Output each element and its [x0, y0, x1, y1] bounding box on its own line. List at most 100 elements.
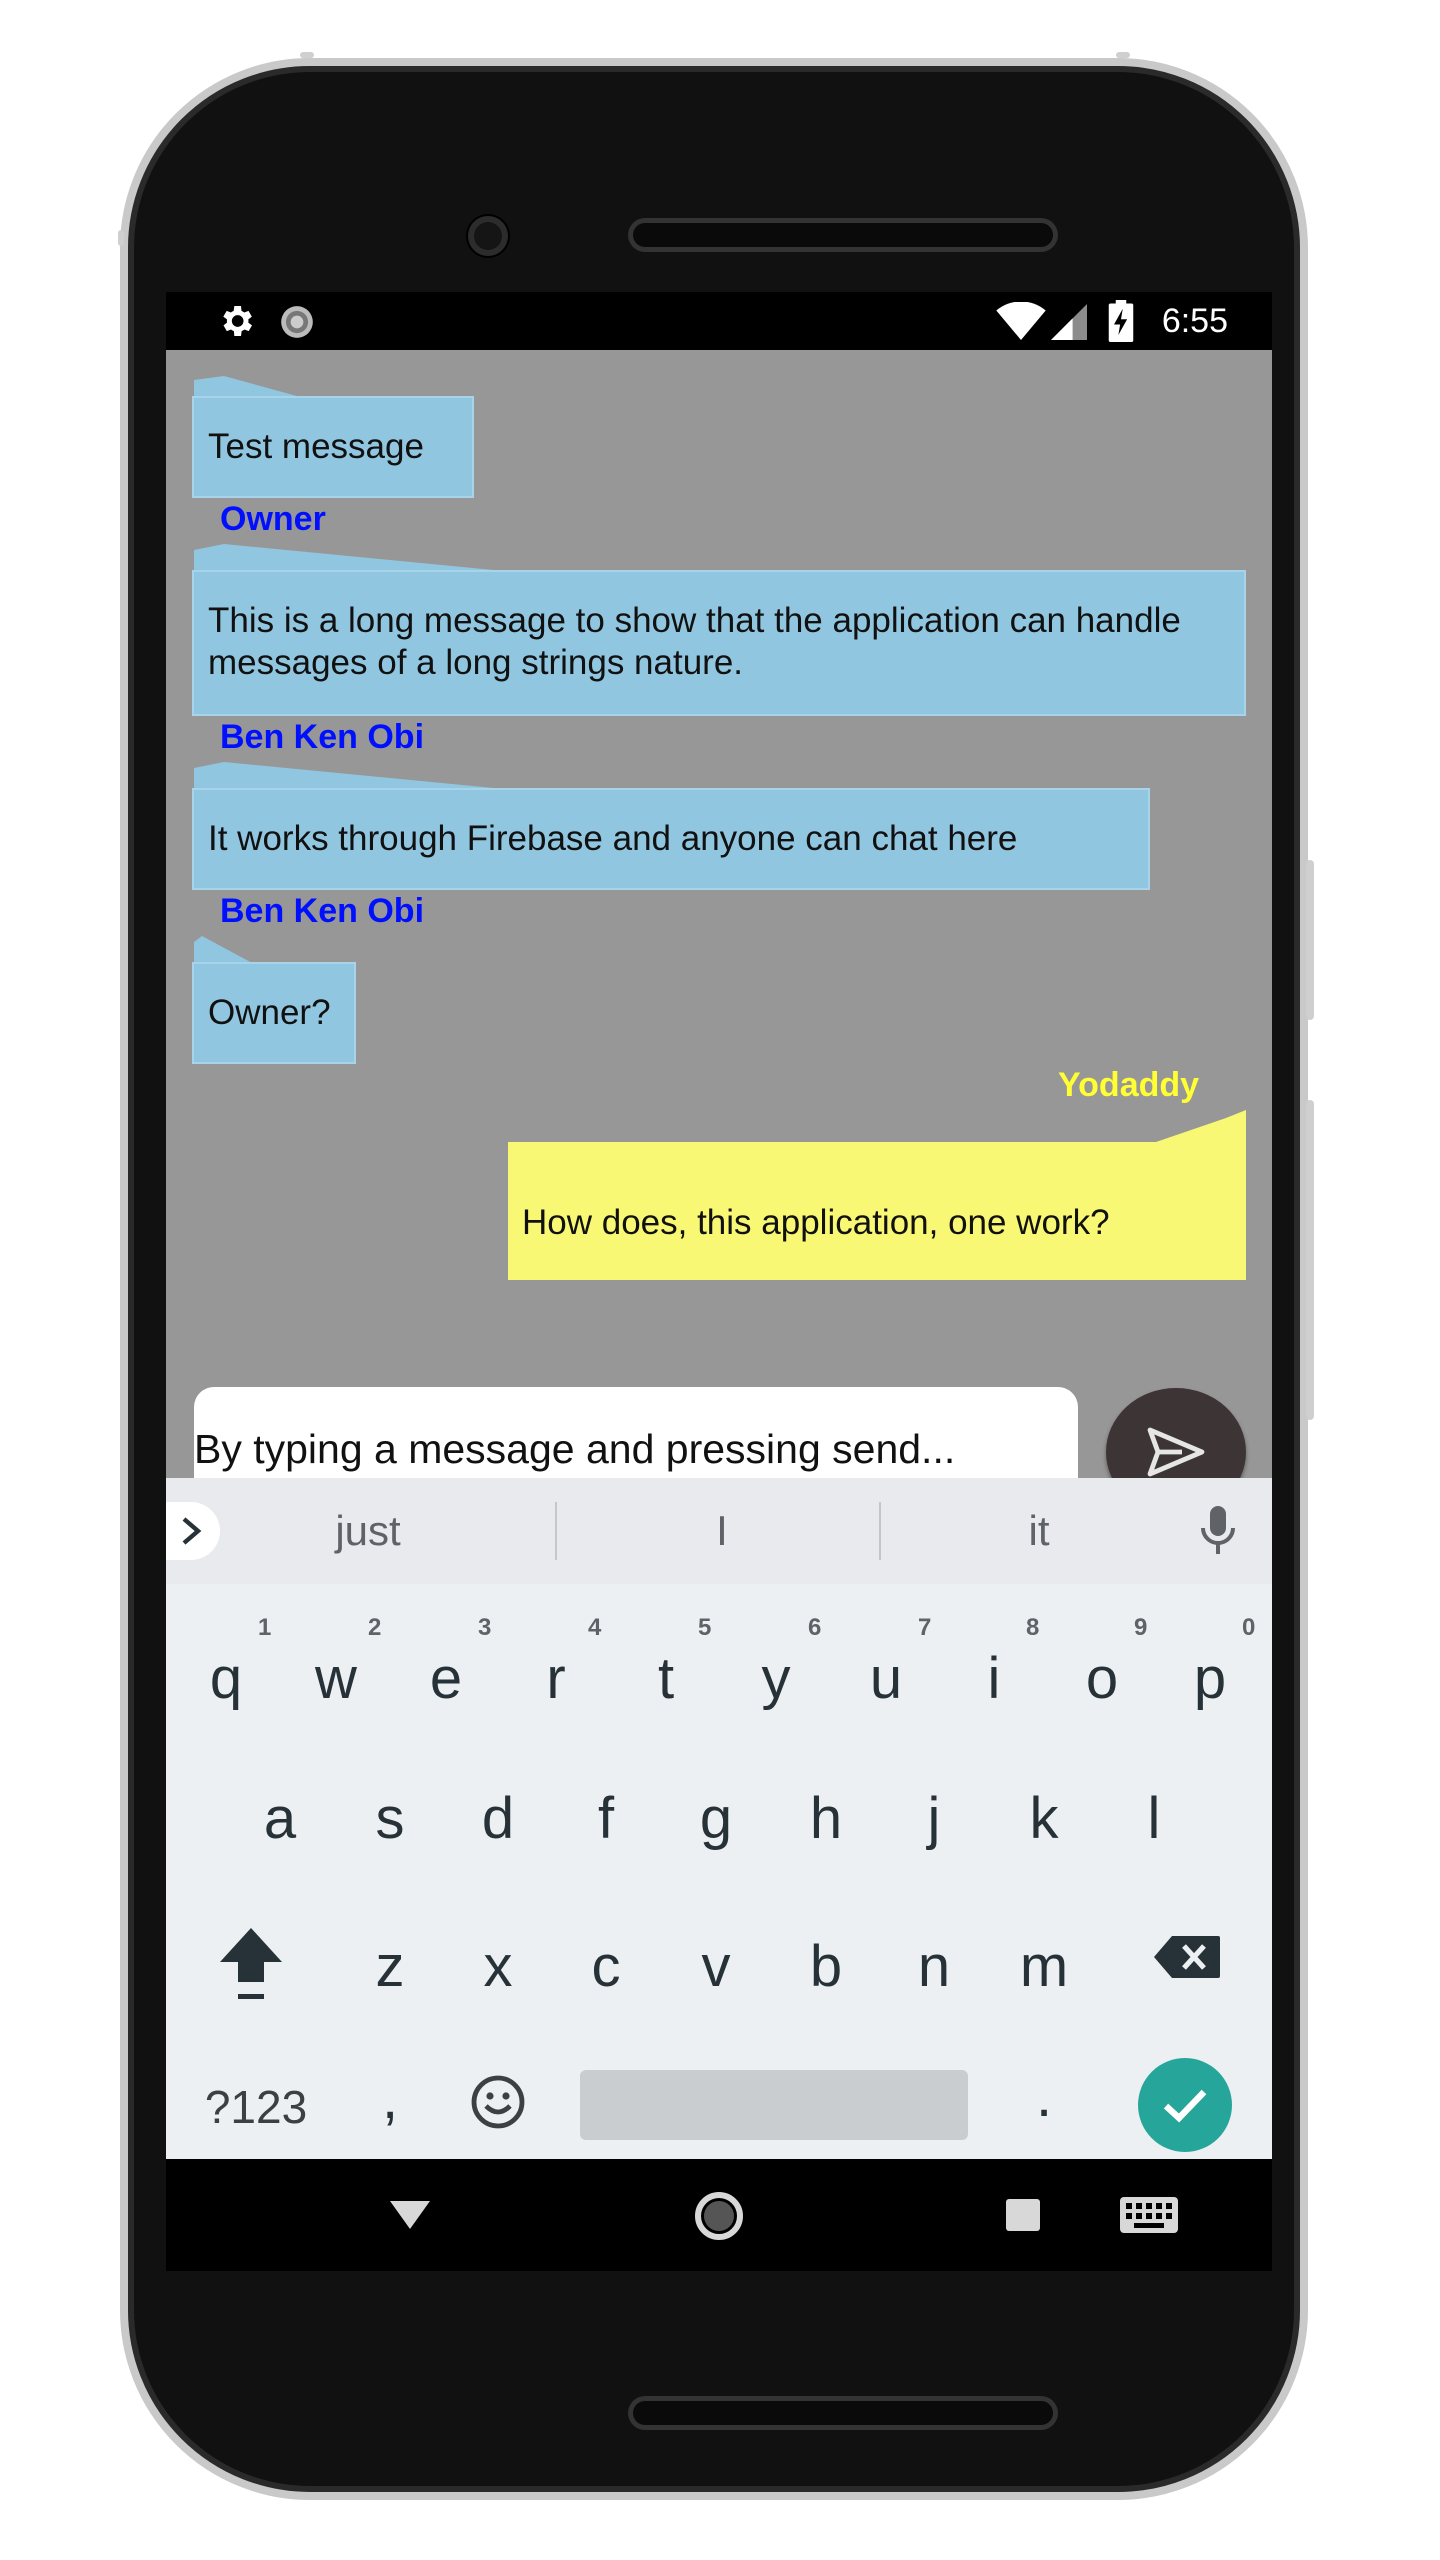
- key-i[interactable]: i: [944, 1644, 1044, 1714]
- key-u[interactable]: u: [836, 1644, 936, 1714]
- sender-name: Ben Ken Obi: [220, 718, 425, 756]
- screen: 6:55 Test message Owner This is a long m…: [166, 292, 1272, 2271]
- key-hint: 5: [698, 1614, 712, 1641]
- key-hint: 0: [1242, 1614, 1256, 1641]
- bubble-tail: [194, 936, 254, 964]
- shift-icon: [220, 1928, 282, 1999]
- message-text: It works through Firebase and anyone can…: [208, 819, 1018, 858]
- key-e[interactable]: e: [396, 1644, 496, 1714]
- front-camera: [468, 216, 508, 256]
- status-time: 6:55: [1161, 302, 1228, 340]
- key-q[interactable]: q: [176, 1644, 276, 1714]
- backspace-key[interactable]: [1152, 1934, 1228, 1994]
- volume-button: [1306, 860, 1314, 1020]
- key-n[interactable]: n: [884, 1932, 984, 2002]
- backspace-icon: [1154, 1936, 1220, 1978]
- key-a[interactable]: a: [230, 1784, 330, 1854]
- sender-name: Ben Ken Obi: [220, 892, 425, 930]
- key-g[interactable]: g: [666, 1784, 766, 1854]
- suggestion-strip: just I it: [166, 1478, 1272, 1584]
- period-key[interactable]: .: [994, 2062, 1094, 2132]
- sync-icon: [278, 303, 316, 346]
- emoji-icon: [471, 2075, 525, 2129]
- bottom-speaker: [628, 2396, 1058, 2430]
- key-z[interactable]: z: [340, 1932, 440, 2002]
- message-bubble: Owner?: [192, 962, 356, 1064]
- sender-name: Yodaddy: [1058, 1066, 1200, 1104]
- checkmark-icon: [1163, 2089, 1207, 2123]
- message-text: Owner?: [208, 993, 331, 1032]
- bubble-tail: [194, 376, 304, 398]
- key-w[interactable]: w: [286, 1644, 386, 1714]
- signal-icon: [1050, 304, 1088, 345]
- message-text: How does, this application, one work?: [522, 1203, 1110, 1242]
- key-hint: 9: [1134, 1614, 1148, 1641]
- bubble-tail: [1156, 1110, 1246, 1142]
- message-text: This is a long message to show that the …: [208, 601, 1181, 682]
- status-bar: 6:55: [166, 292, 1272, 350]
- key-m[interactable]: m: [994, 1932, 1094, 2002]
- keyboard: q w e r t y u i o p 1 2 3 4 5 6 7 8 9 0 …: [166, 1584, 1272, 2159]
- frame-notch: [1116, 52, 1130, 58]
- gear-icon: [216, 301, 256, 346]
- chat-area[interactable]: Test message Owner This is a long messag…: [166, 350, 1272, 1516]
- microphone-icon[interactable]: [1200, 1506, 1236, 1556]
- recents-icon[interactable]: [1006, 2199, 1040, 2231]
- key-hint: 6: [808, 1614, 822, 1641]
- suggestion-word[interactable]: just: [250, 1478, 486, 1584]
- message-bubble: How does, this application, one work?: [508, 1142, 1246, 1280]
- key-s[interactable]: s: [340, 1784, 440, 1854]
- power-button: [1306, 1100, 1314, 1420]
- send-icon: [1147, 1427, 1205, 1477]
- key-hint: 3: [478, 1614, 492, 1641]
- suggestion-divider: [555, 1502, 557, 1560]
- key-l[interactable]: l: [1104, 1784, 1204, 1854]
- key-b[interactable]: b: [776, 1932, 876, 2002]
- message-bubble: It works through Firebase and anyone can…: [192, 788, 1150, 890]
- key-hint: 4: [588, 1614, 602, 1641]
- emoji-key[interactable]: [470, 2074, 530, 2134]
- key-v[interactable]: v: [666, 1932, 766, 2002]
- key-o[interactable]: o: [1052, 1644, 1152, 1714]
- enter-key[interactable]: [1138, 2058, 1232, 2152]
- message-bubble: Test message: [192, 396, 474, 498]
- home-icon[interactable]: [694, 2191, 744, 2241]
- suggestion-word[interactable]: it: [884, 1478, 1194, 1584]
- symbols-key[interactable]: ?123: [186, 2072, 326, 2142]
- key-j[interactable]: j: [884, 1784, 984, 1854]
- message-bubble: This is a long message to show that the …: [192, 570, 1246, 716]
- message-text: Test message: [208, 427, 424, 466]
- suggestion-word[interactable]: I: [560, 1478, 884, 1584]
- key-r[interactable]: r: [506, 1644, 606, 1714]
- keyboard-switch-icon[interactable]: [1120, 2197, 1178, 2233]
- wifi-icon: [996, 301, 1046, 345]
- key-p[interactable]: p: [1160, 1644, 1260, 1714]
- sender-name: Owner: [220, 500, 326, 538]
- key-k[interactable]: k: [994, 1784, 1094, 1854]
- key-x[interactable]: x: [448, 1932, 548, 2002]
- key-hint: 2: [368, 1614, 382, 1641]
- top-speaker: [628, 218, 1058, 252]
- bubble-tail: [194, 762, 514, 790]
- navigation-bar: [166, 2159, 1272, 2271]
- frame-notch: [300, 52, 314, 58]
- key-y[interactable]: y: [726, 1644, 826, 1714]
- chevron-right-icon: [182, 1517, 202, 1545]
- suggestion-divider: [879, 1502, 881, 1560]
- key-d[interactable]: d: [448, 1784, 548, 1854]
- key-h[interactable]: h: [776, 1784, 876, 1854]
- key-hint: 1: [258, 1614, 272, 1641]
- shift-key[interactable]: [216, 1924, 296, 2004]
- key-t[interactable]: t: [616, 1644, 716, 1714]
- key-hint: 8: [1026, 1614, 1040, 1641]
- key-hint: 7: [918, 1614, 932, 1641]
- back-icon[interactable]: [390, 2201, 430, 2229]
- space-key[interactable]: [580, 2070, 968, 2140]
- key-f[interactable]: f: [556, 1784, 656, 1854]
- key-c[interactable]: c: [556, 1932, 656, 2002]
- battery-charging-icon: [1108, 300, 1134, 347]
- comma-key[interactable]: ,: [340, 2064, 440, 2134]
- frame-notch: [118, 230, 124, 246]
- bubble-tail: [194, 544, 514, 572]
- expand-suggestions-button[interactable]: [166, 1502, 220, 1560]
